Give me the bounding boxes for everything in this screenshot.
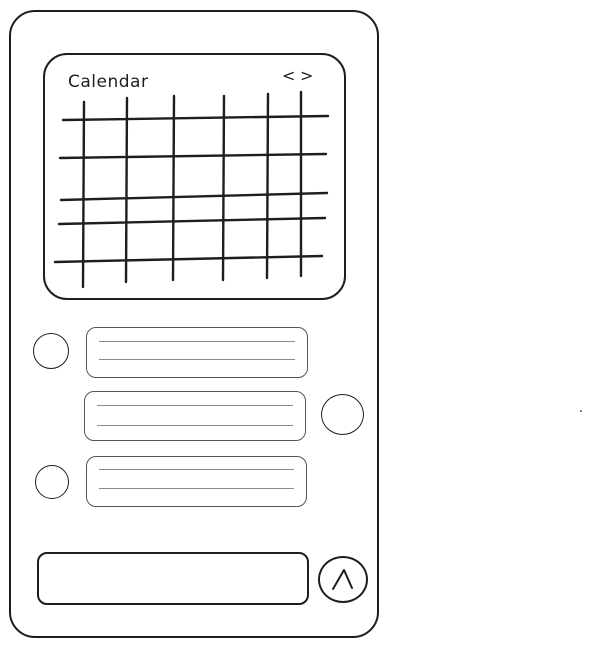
message-input[interactable] — [37, 552, 309, 605]
calendar-next-button[interactable]: > — [300, 66, 313, 85]
calendar-prev-button[interactable]: < — [282, 66, 295, 85]
message-bubble[interactable] — [86, 456, 307, 507]
message-bubble[interactable] — [84, 391, 306, 441]
send-arrow-icon — [332, 569, 353, 590]
avatar — [321, 394, 364, 435]
stray-dot — [580, 410, 582, 412]
message-text-line — [99, 469, 294, 470]
message-bubble[interactable] — [86, 327, 308, 378]
message-text-line — [99, 488, 294, 489]
avatar — [33, 333, 69, 369]
message-text-line — [99, 359, 295, 360]
message-text-line — [97, 405, 293, 406]
send-button[interactable] — [318, 556, 368, 603]
message-text-line — [97, 425, 293, 426]
avatar — [35, 465, 69, 499]
calendar-title: Calendar — [68, 72, 149, 92]
message-text-line — [99, 341, 295, 342]
